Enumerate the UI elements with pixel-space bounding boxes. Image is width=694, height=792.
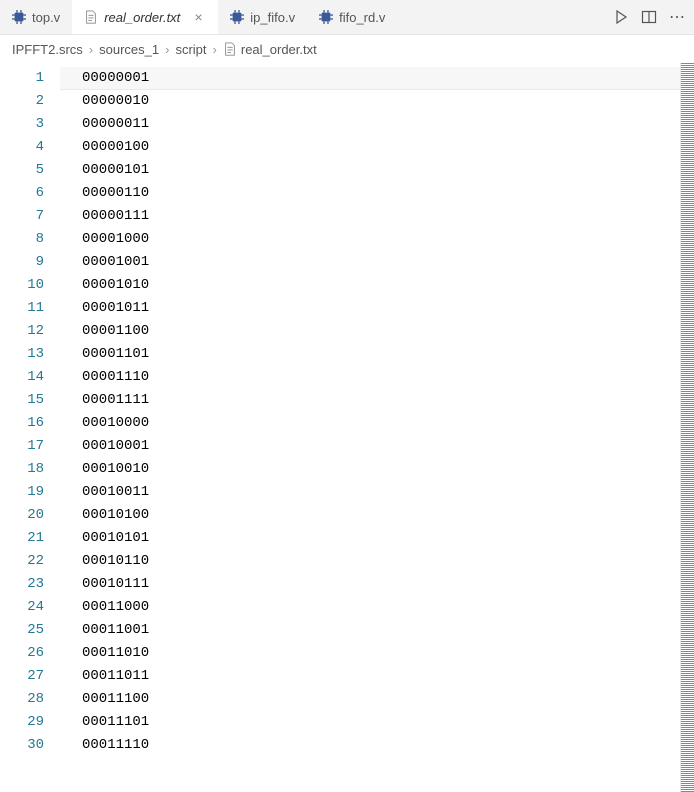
line-number: 27 [0, 665, 60, 688]
line-number: 15 [0, 389, 60, 412]
run-icon[interactable] [612, 8, 630, 26]
code-line: 00000001 [60, 67, 680, 90]
line-number: 8 [0, 228, 60, 251]
line-number: 18 [0, 458, 60, 481]
code-line: 00010100 [60, 504, 680, 527]
tab-label: fifo_rd.v [339, 10, 385, 25]
line-number: 5 [0, 159, 60, 182]
breadcrumb-item[interactable]: real_order.txt [223, 42, 317, 57]
tab-ip-fifo-v[interactable]: ip_fifo.v [218, 0, 307, 34]
tab-label: ip_fifo.v [250, 10, 295, 25]
code-line: 00010001 [60, 435, 680, 458]
close-icon[interactable]: × [190, 9, 206, 25]
line-number-gutter: 1234567891011121314151617181920212223242… [0, 63, 60, 792]
code-line: 00001001 [60, 251, 680, 274]
code-line: 00000100 [60, 136, 680, 159]
line-number: 9 [0, 251, 60, 274]
line-number: 7 [0, 205, 60, 228]
code-line: 00011101 [60, 711, 680, 734]
code-line: 00001010 [60, 274, 680, 297]
line-number: 22 [0, 550, 60, 573]
line-number: 24 [0, 596, 60, 619]
line-number: 2 [0, 90, 60, 113]
tab-label: top.v [32, 10, 60, 25]
code-line: 00000010 [60, 90, 680, 113]
line-number: 26 [0, 642, 60, 665]
line-number: 23 [0, 573, 60, 596]
more-icon[interactable]: ⋯ [668, 8, 686, 26]
breadcrumb-item[interactable]: script [175, 42, 206, 57]
code-line: 00001101 [60, 343, 680, 366]
verilog-icon [12, 10, 26, 24]
line-number: 28 [0, 688, 60, 711]
line-number: 21 [0, 527, 60, 550]
code-line: 00000011 [60, 113, 680, 136]
line-number: 1 [0, 67, 60, 90]
code-line: 00010000 [60, 412, 680, 435]
tab-top-v[interactable]: top.v [0, 0, 72, 34]
line-number: 16 [0, 412, 60, 435]
breadcrumb: IPFFT2.srcs › sources_1 › script › real_… [0, 35, 694, 63]
code-line: 00001111 [60, 389, 680, 412]
code-line: 00011010 [60, 642, 680, 665]
chevron-right-icon: › [165, 42, 169, 57]
verilog-icon [230, 10, 244, 24]
line-number: 11 [0, 297, 60, 320]
line-number: 30 [0, 734, 60, 757]
line-number: 25 [0, 619, 60, 642]
code-line: 00001110 [60, 366, 680, 389]
code-line: 00010111 [60, 573, 680, 596]
line-number: 14 [0, 366, 60, 389]
tab-real-order-txt[interactable]: real_order.txt × [72, 0, 218, 34]
code-line: 00000110 [60, 182, 680, 205]
chevron-right-icon: › [89, 42, 93, 57]
verilog-icon [319, 10, 333, 24]
tabs-bar: top.v real_order.txt × ip_fifo.v fifo_rd… [0, 0, 694, 35]
code-line: 00010010 [60, 458, 680, 481]
code-line: 00000101 [60, 159, 680, 182]
line-number: 29 [0, 711, 60, 734]
code-line: 00000111 [60, 205, 680, 228]
document-icon [223, 42, 237, 56]
line-number: 17 [0, 435, 60, 458]
minimap[interactable] [680, 63, 694, 792]
line-number: 4 [0, 136, 60, 159]
breadcrumb-item[interactable]: IPFFT2.srcs [12, 42, 83, 57]
code-content[interactable]: 0000000100000010000000110000010000000101… [60, 63, 680, 792]
chevron-right-icon: › [213, 42, 217, 57]
code-line: 00011110 [60, 734, 680, 757]
code-line: 00010110 [60, 550, 680, 573]
code-line: 00001011 [60, 297, 680, 320]
line-number: 12 [0, 320, 60, 343]
code-line: 00010011 [60, 481, 680, 504]
tab-fifo-rd-v[interactable]: fifo_rd.v [307, 0, 397, 34]
document-icon [84, 10, 98, 24]
editor-area: 1234567891011121314151617181920212223242… [0, 63, 694, 792]
code-line: 00011011 [60, 665, 680, 688]
code-line: 00011100 [60, 688, 680, 711]
code-line: 00010101 [60, 527, 680, 550]
code-line: 00001000 [60, 228, 680, 251]
code-line: 00001100 [60, 320, 680, 343]
line-number: 20 [0, 504, 60, 527]
breadcrumb-item[interactable]: sources_1 [99, 42, 159, 57]
line-number: 3 [0, 113, 60, 136]
split-editor-icon[interactable] [640, 8, 658, 26]
code-line: 00011000 [60, 596, 680, 619]
code-line: 00011001 [60, 619, 680, 642]
line-number: 13 [0, 343, 60, 366]
toolbar-right: ⋯ [612, 8, 694, 26]
line-number: 19 [0, 481, 60, 504]
line-number: 6 [0, 182, 60, 205]
line-number: 10 [0, 274, 60, 297]
tab-label: real_order.txt [104, 10, 180, 25]
